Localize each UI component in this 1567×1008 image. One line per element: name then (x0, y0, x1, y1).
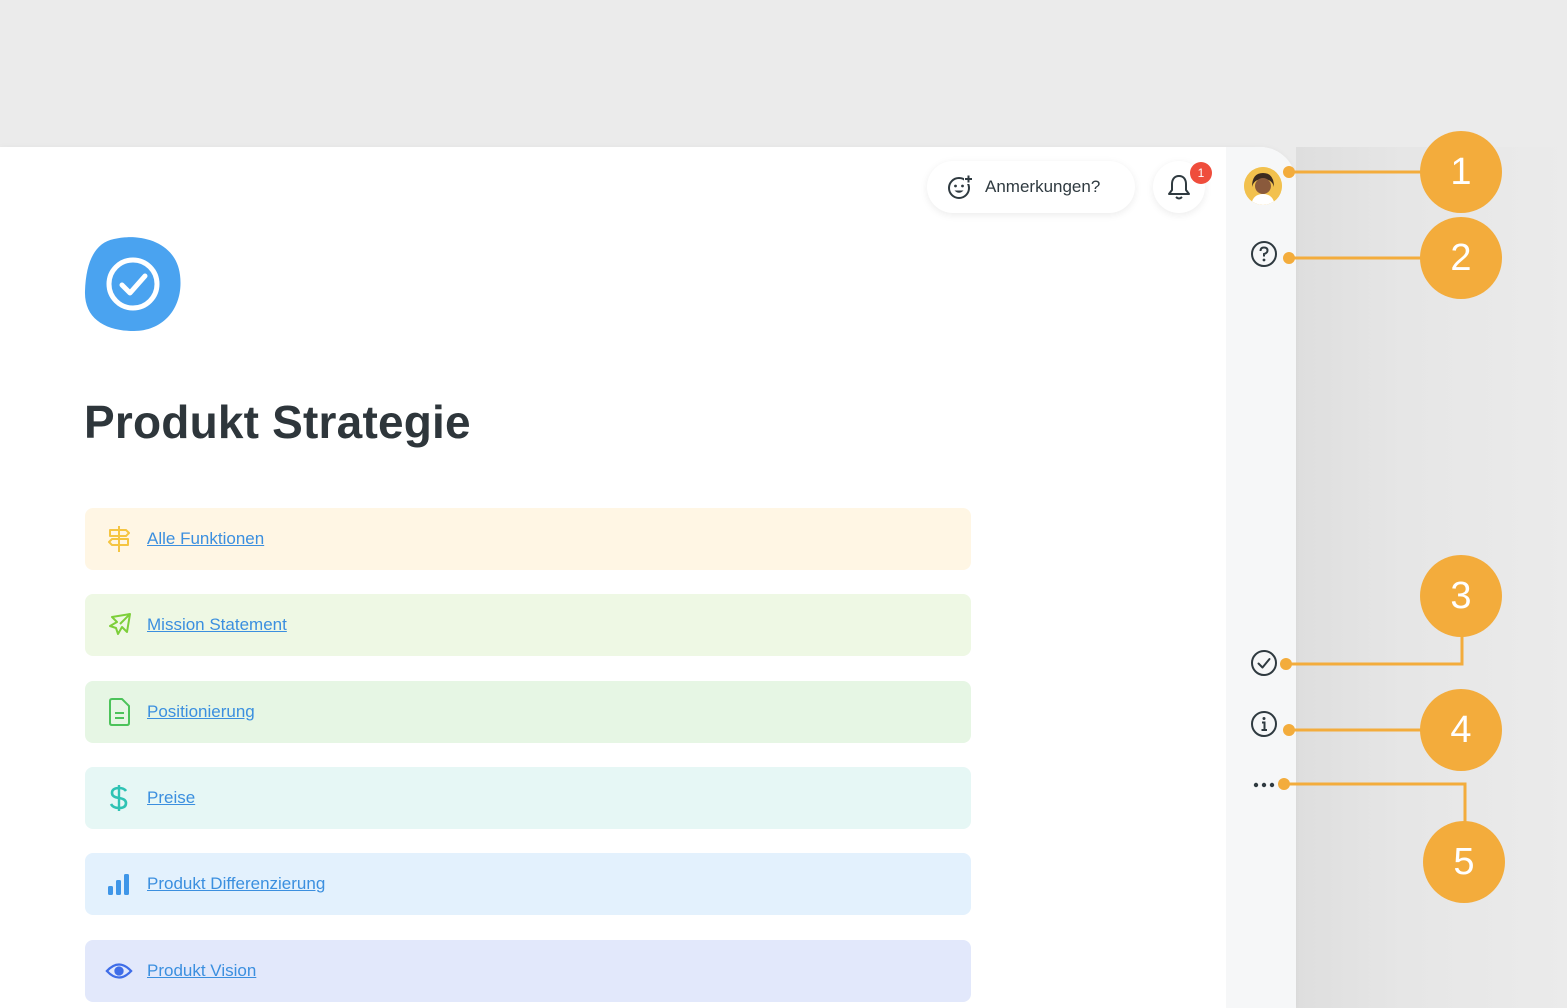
callout-2: 2 (1420, 217, 1502, 299)
callout-3: 3 (1420, 555, 1502, 637)
callout-4: 4 (1420, 689, 1502, 771)
callout-5: 5 (1423, 821, 1505, 903)
callout-connectors (1278, 166, 1467, 825)
callout-1: 1 (1420, 131, 1502, 213)
